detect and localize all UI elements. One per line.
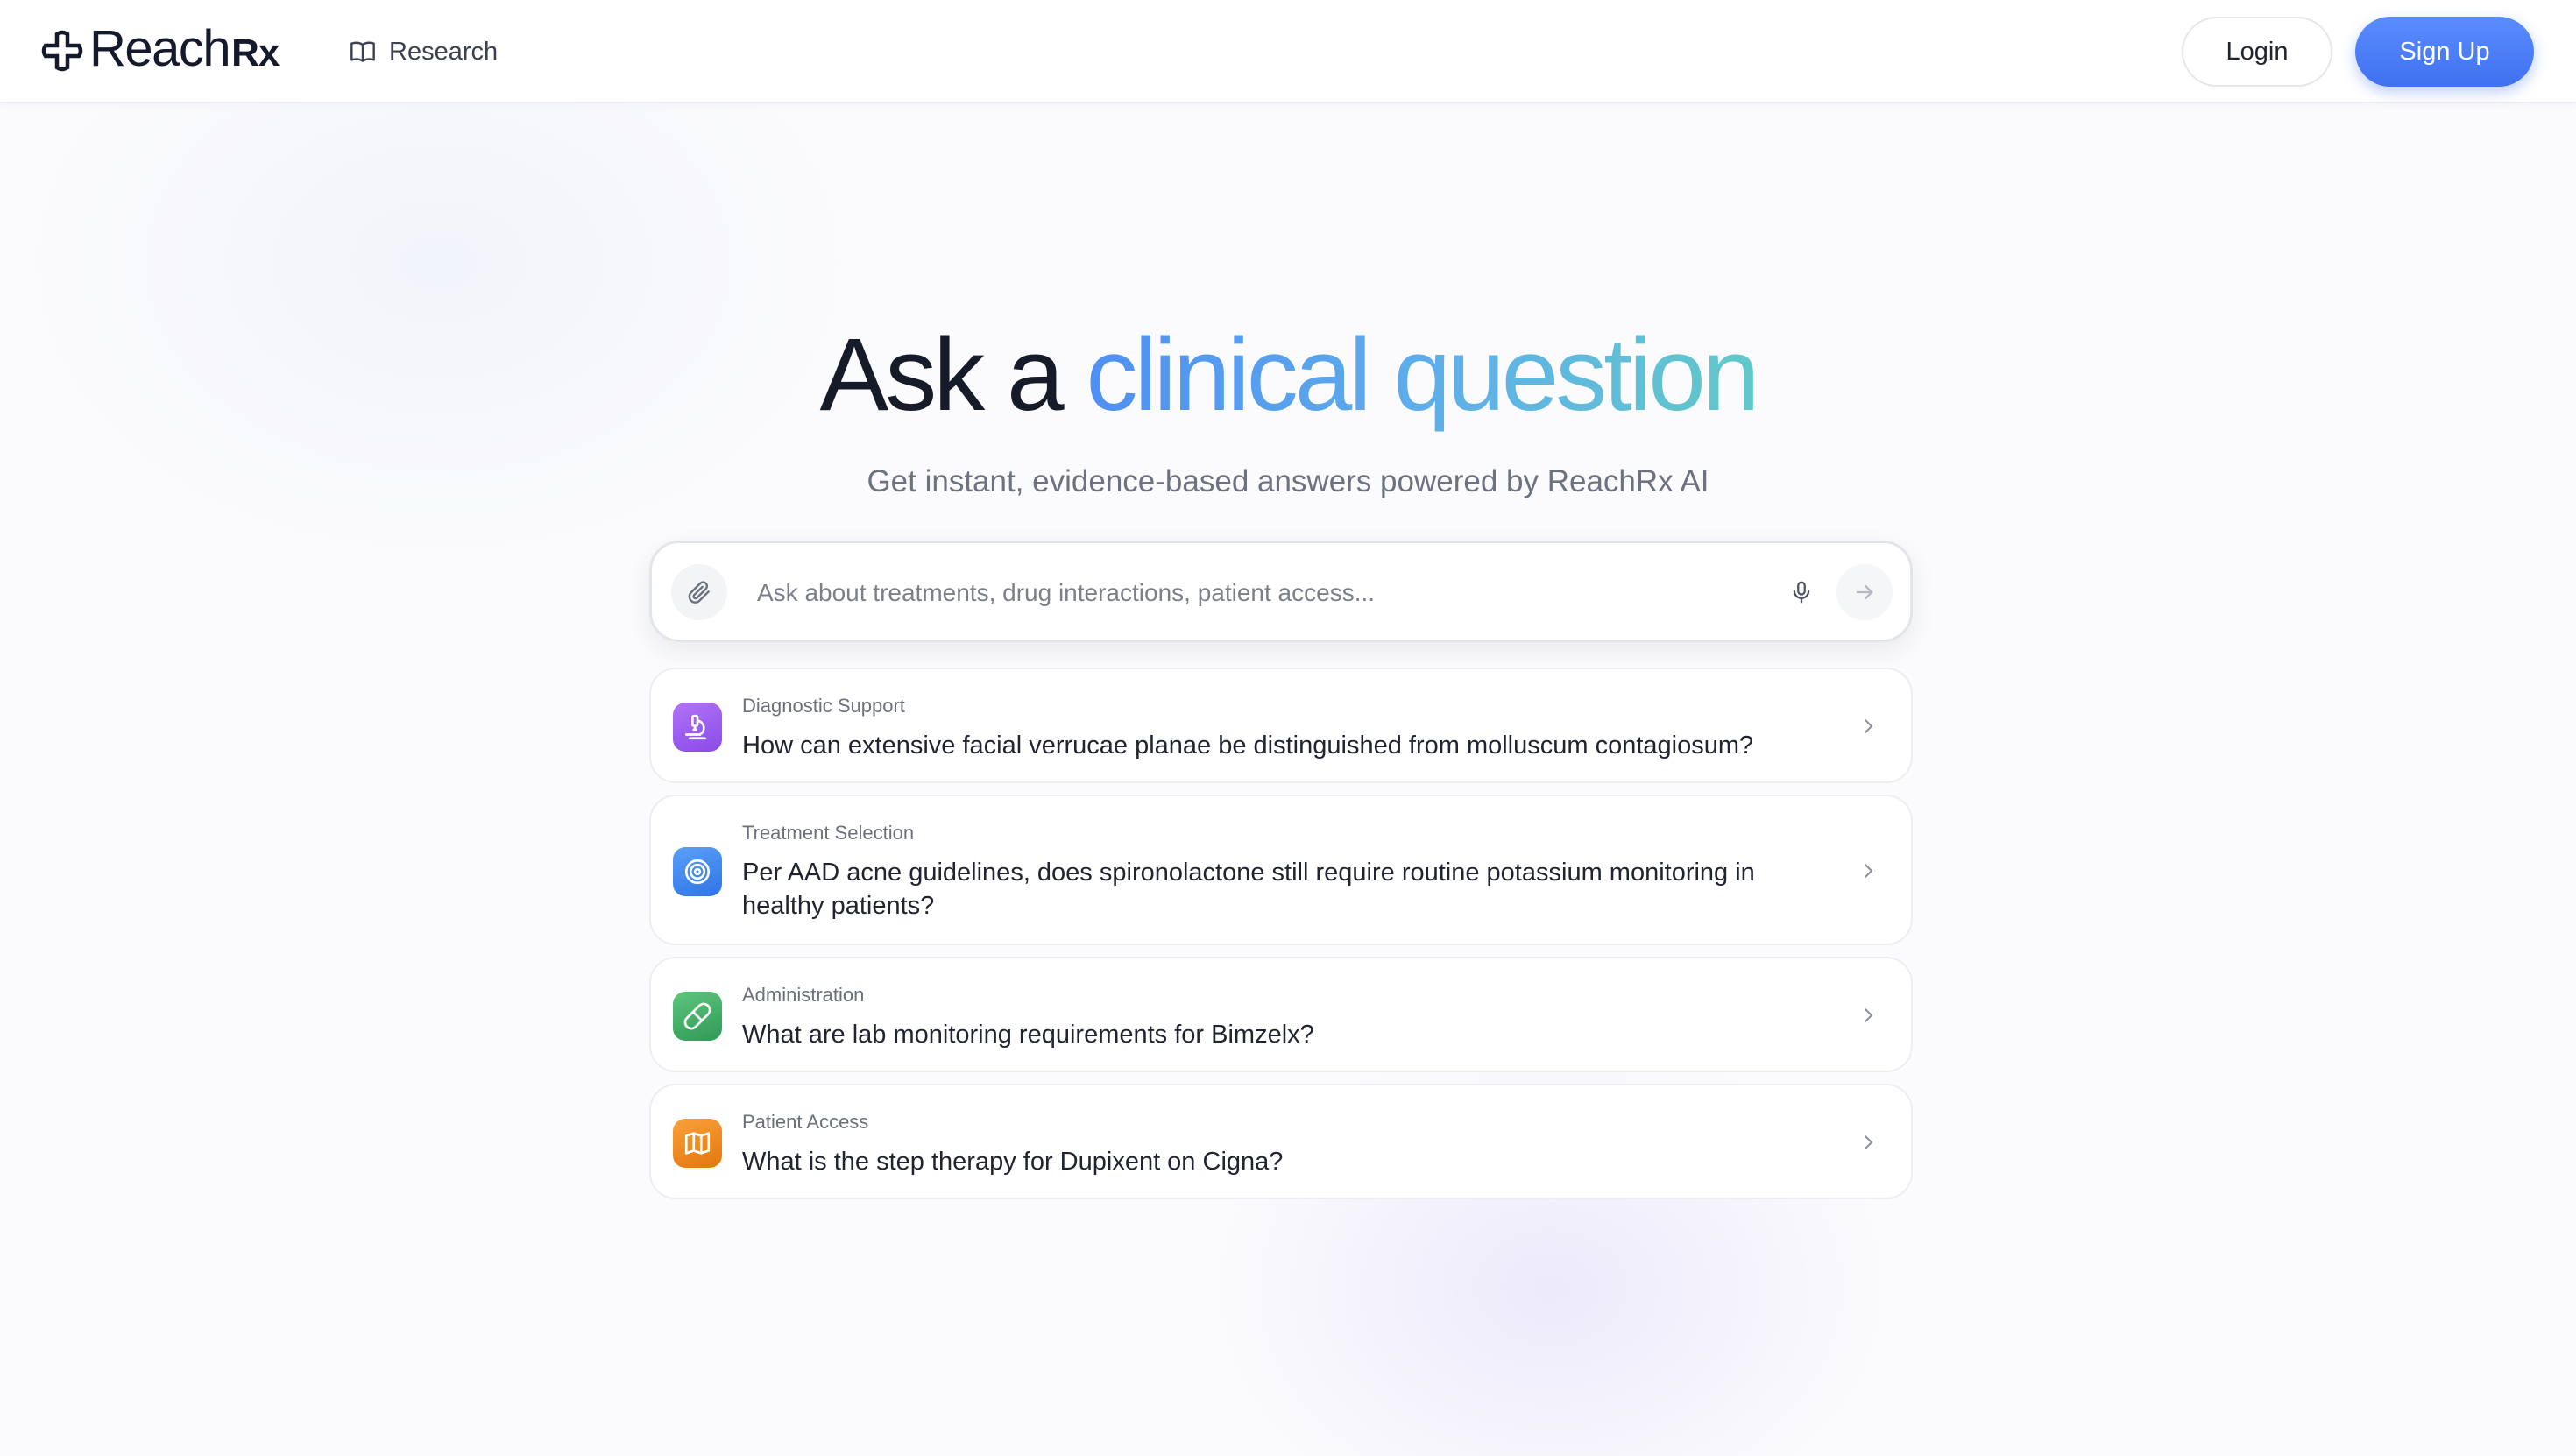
nav-research-link[interactable]: Research [349,32,498,72]
chevron-right-icon [1855,858,1881,884]
microphone-icon [1793,581,1810,604]
suggestion-card-diagnostic[interactable]: Diagnostic Support How can extensive fac… [649,668,1913,783]
top-nav-bar: ReachRx Research Login Sign Up [0,0,2576,103]
title-highlight: clinical question [1086,317,1759,433]
microscope-icon [684,714,706,740]
suggestion-card-administration[interactable]: Administration What are lab monitoring r… [649,957,1913,1072]
page-subtitle: Get instant, evidence-based answers powe… [867,464,1709,498]
suggestion-card-patient-access[interactable]: Patient Access What is the step therapy … [649,1084,1913,1199]
chevron-right-icon [1855,713,1881,739]
card-question: How can extensive facial verrucae planae… [742,732,1754,760]
card-question: What are lab monitoring requirements for… [742,1021,1314,1049]
target-icon [684,859,711,885]
card-icon-box [673,847,722,896]
brand-name: ReachRx [89,19,280,77]
cross-logo-icon [41,30,83,72]
chevron-right-icon [1855,1129,1881,1156]
chevron-right-icon [1855,1002,1881,1028]
card-question: What is the step therapy for Dupixent on… [742,1148,1284,1176]
question-search-box [649,541,1913,642]
arrow-right-icon [1856,584,1873,600]
card-category: Diagnostic Support [742,695,905,717]
nav-research-label: Research [389,37,499,66]
pill-icon [683,1002,711,1030]
card-category: Treatment Selection [742,822,915,844]
reachrx-logo[interactable]: ReachRx [40,19,280,77]
send-button[interactable] [1836,564,1893,620]
attach-button[interactable] [671,564,727,620]
title-plain: Ask a [819,317,1086,433]
card-category: Administration [742,984,865,1006]
login-button[interactable]: Login [2182,17,2332,87]
card-category: Patient Access [742,1111,869,1133]
suggestion-card-treatment[interactable]: Treatment Selection Per AAD acne guideli… [649,795,1913,945]
map-icon [684,1132,711,1155]
card-icon-box [673,992,722,1041]
page-title: Ask a clinical question [0,314,2576,436]
card-question: Per AAD acne guidelines, does spironolac… [742,859,1755,920]
signup-button[interactable]: Sign Up [2355,17,2534,87]
paperclip-icon [688,581,710,604]
book-open-icon [350,41,375,62]
voice-input-button[interactable] [1779,569,1824,615]
card-icon-box [673,703,722,752]
search-input[interactable] [757,568,1791,618]
card-icon-box [673,1119,722,1168]
